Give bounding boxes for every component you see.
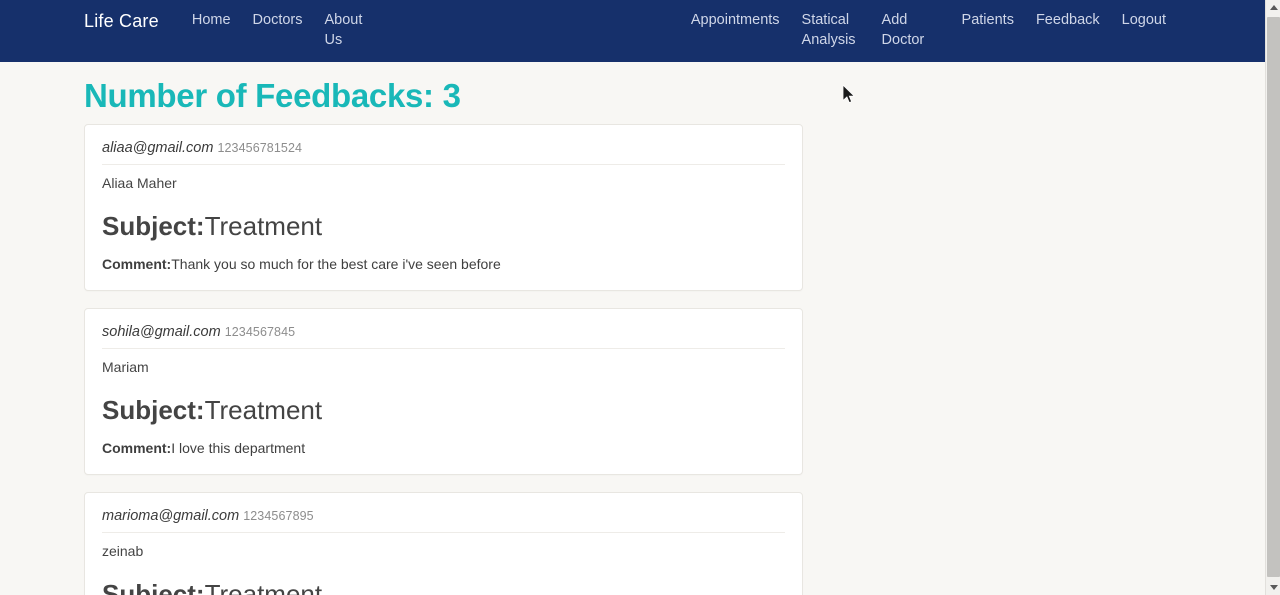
feedback-email: aliaa@gmail.com <box>102 140 214 156</box>
feedback-person-name: zeinab <box>102 543 144 559</box>
feedback-phone: 1234567895 <box>243 509 314 523</box>
nav-links-right: Appointments Statical Analysis Add Docto… <box>691 10 1166 50</box>
comment-label: Comment: <box>102 256 172 272</box>
subject-label: Subject: <box>102 579 205 595</box>
feedback-card-header: marioma@gmail.com 1234567895 <box>102 507 785 533</box>
feedback-subject-line: Subject:Treatment <box>102 209 785 243</box>
nav-item-feedback[interactable]: Feedback <box>1036 10 1100 50</box>
page-title: Number of Feedbacks: 3 <box>84 77 461 114</box>
comment-label: Comment: <box>102 440 172 456</box>
nav-item-about-us[interactable]: About Us <box>325 10 383 50</box>
feedback-subject-value: Treatment <box>204 211 323 241</box>
nav-links-left: Home Doctors About Us <box>192 10 383 50</box>
nav-item-logout[interactable]: Logout <box>1122 10 1166 50</box>
feedback-phone: 1234567845 <box>224 325 296 339</box>
feedback-phone: 123456781524 <box>217 141 303 155</box>
scroll-up-arrow-icon[interactable] <box>1266 0 1280 15</box>
scroll-down-arrow-icon[interactable] <box>1266 580 1280 595</box>
subject-label: Subject: <box>102 395 205 425</box>
feedback-subject-line: Subject:Treatment <box>102 577 785 595</box>
main-navigation-bar: Life Care Home Doctors About Us Appointm… <box>0 0 1265 62</box>
subject-label: Subject: <box>102 211 205 241</box>
feedback-subject-value: Treatment <box>204 395 323 425</box>
feedback-subject-line: Subject:Treatment <box>102 393 785 427</box>
feedback-comment-line: Comment:I love this department <box>102 438 785 458</box>
feedback-email: sohila@gmail.com <box>102 324 221 340</box>
feedback-card-header: aliaa@gmail.com 123456781524 <box>102 139 785 165</box>
feedback-person-name: Aliaa Maher <box>102 175 177 191</box>
nav-item-doctors[interactable]: Doctors <box>253 10 303 50</box>
feedback-list: aliaa@gmail.com 123456781524 Aliaa Maher … <box>84 124 803 595</box>
nav-item-statical-analysis[interactable]: Statical Analysis <box>802 10 860 50</box>
feedback-card: sohila@gmail.com 1234567845 Mariam Subjec… <box>84 308 803 475</box>
feedback-card: aliaa@gmail.com 123456781524 Aliaa Maher … <box>84 124 803 291</box>
nav-item-add-doctor[interactable]: Add Doctor <box>882 10 940 50</box>
feedback-person-name: Mariam <box>102 359 149 375</box>
browser-viewport: Life Care Home Doctors About Us Appointm… <box>0 0 1265 595</box>
nav-item-appointments[interactable]: Appointments <box>691 10 780 50</box>
feedback-comment-value: Thank you so much for the best care i've… <box>171 256 501 272</box>
feedback-card: marioma@gmail.com 1234567895 zeinab Subje… <box>84 492 803 595</box>
site-brand-logo[interactable]: Life Care <box>84 10 159 31</box>
feedback-subject-value: Treatment <box>204 579 323 595</box>
scrollbar-thumb[interactable] <box>1267 17 1280 577</box>
feedback-comment-line: Comment:Thank you so much for the best c… <box>102 254 785 274</box>
feedback-card-header: sohila@gmail.com 1234567845 <box>102 323 785 349</box>
feedback-email: marioma@gmail.com <box>102 508 240 524</box>
nav-item-home[interactable]: Home <box>192 10 231 50</box>
vertical-scrollbar[interactable] <box>1265 0 1280 595</box>
feedback-comment-value: I love this department <box>171 440 306 456</box>
nav-item-patients[interactable]: Patients <box>962 10 1014 50</box>
